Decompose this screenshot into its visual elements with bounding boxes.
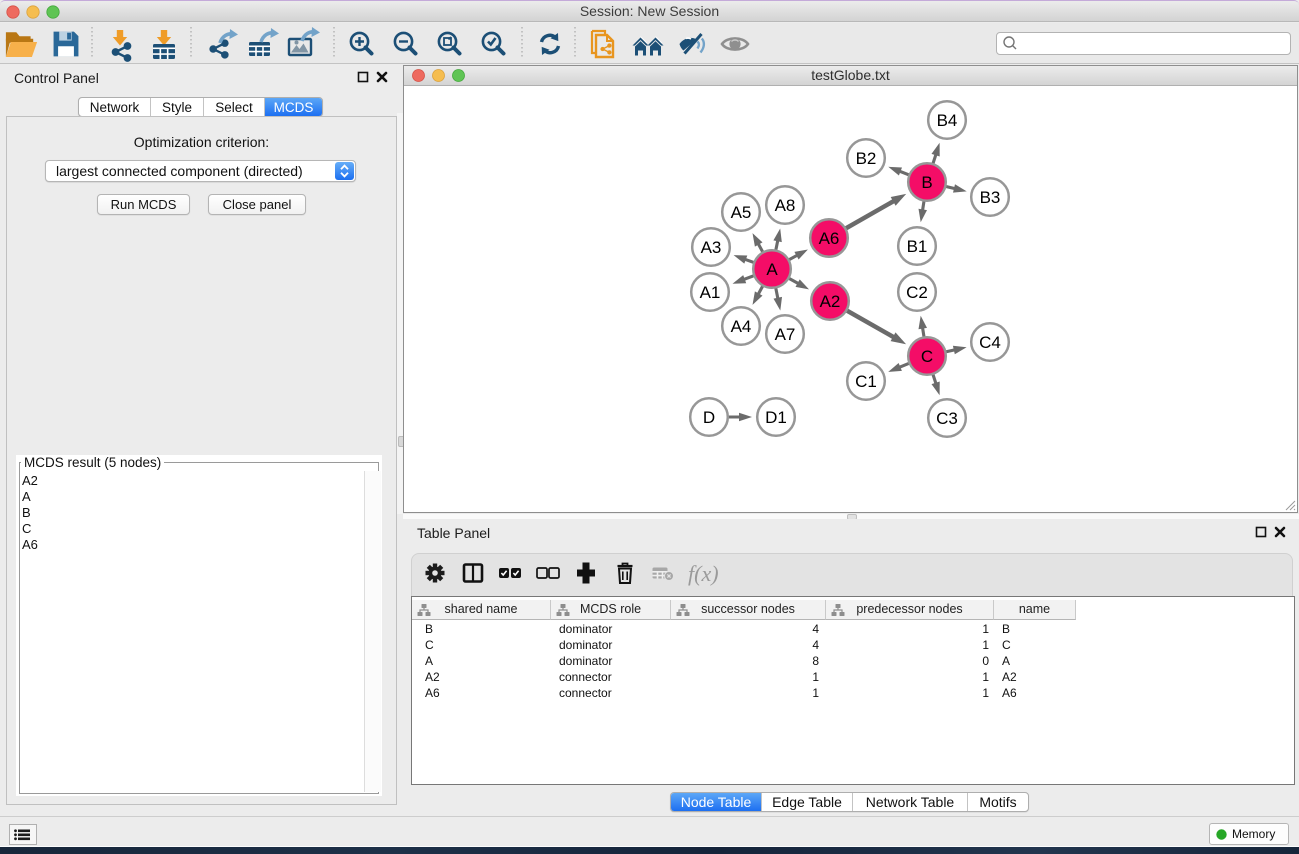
svg-text:D1: D1 — [765, 408, 787, 427]
svg-text:A: A — [766, 260, 778, 279]
svg-text:B4: B4 — [937, 111, 958, 130]
svg-text:C2: C2 — [906, 283, 928, 302]
svg-text:A2: A2 — [820, 292, 841, 311]
svg-text:C: C — [921, 347, 933, 366]
svg-text:A8: A8 — [775, 196, 796, 215]
svg-text:A3: A3 — [701, 238, 722, 257]
svg-text:D: D — [703, 408, 715, 427]
svg-text:B2: B2 — [856, 149, 877, 168]
svg-text:f(x): f(x) — [688, 561, 719, 586]
svg-text:A7: A7 — [775, 325, 796, 344]
svg-text:A1: A1 — [700, 283, 721, 302]
svg-text:A6: A6 — [819, 229, 840, 248]
svg-text:C3: C3 — [936, 409, 958, 428]
svg-text:C4: C4 — [979, 333, 1001, 352]
svg-text:A5: A5 — [731, 203, 752, 222]
svg-text:A4: A4 — [731, 317, 752, 336]
svg-text:B: B — [921, 173, 932, 192]
svg-text:C1: C1 — [855, 372, 877, 391]
svg-text:B3: B3 — [980, 188, 1001, 207]
svg-text:B1: B1 — [907, 237, 928, 256]
